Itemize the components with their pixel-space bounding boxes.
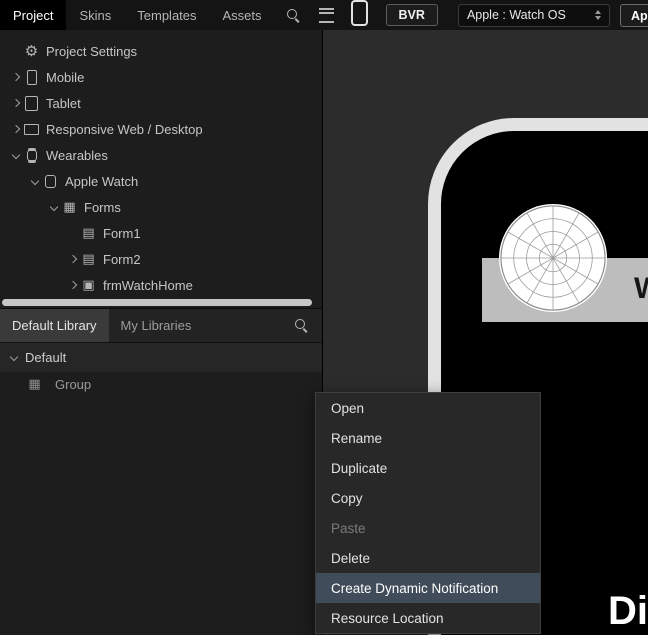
project-tree: Project Settings Mobile Tablet Responsive W…	[0, 30, 322, 297]
chevron-down-icon[interactable]	[27, 168, 42, 194]
tree-item-main: Responsive Web / Desktop	[23, 116, 322, 142]
menu-item-resource-location[interactable]: Resource Location	[316, 603, 540, 633]
group-icon	[26, 377, 43, 393]
tab-templates[interactable]: Templates	[124, 0, 209, 30]
chevron-right-icon[interactable]	[65, 272, 80, 297]
tree-item-label: Tablet	[46, 96, 81, 111]
tree-horizontal-scrollbar[interactable]	[0, 297, 322, 308]
library-item-label: Group	[55, 377, 91, 392]
watch-dismiss-text[interactable]: Di	[608, 589, 648, 634]
tree-item-label: frmWatchHome	[103, 278, 193, 293]
chevron-spacer	[65, 220, 80, 246]
tree-item-main: Mobile	[23, 64, 322, 90]
chevron-down-icon[interactable]	[46, 194, 61, 220]
chevron-right-icon[interactable]	[8, 64, 23, 90]
chevron-down-icon[interactable]	[8, 142, 23, 168]
monitor-icon	[23, 121, 40, 137]
tab-default-library[interactable]: Default Library	[0, 309, 109, 342]
chevron-right-icon[interactable]	[8, 116, 23, 142]
watch-icon	[23, 147, 40, 163]
tab-project[interactable]: Project	[0, 0, 66, 30]
tab-assets[interactable]: Assets	[210, 0, 275, 30]
library-search-icon[interactable]	[295, 319, 308, 332]
phone-icon	[23, 69, 40, 85]
tree-item-main: Wearables	[23, 142, 322, 168]
chevron-down-icon[interactable]	[9, 343, 19, 372]
form-icon	[80, 225, 97, 241]
tree-item-main: Apple Watch	[42, 168, 322, 194]
form-home-icon	[80, 277, 97, 293]
tree-item-label: Form2	[103, 252, 141, 267]
library-tabs: Default Library My Libraries	[0, 308, 322, 342]
dropdown-arrows-icon	[595, 10, 601, 20]
scrollbar-thumb[interactable]	[2, 299, 312, 306]
menu-item-create-dynamic-notification[interactable]: Create Dynamic Notification	[316, 573, 540, 603]
library-section-default[interactable]: Default	[0, 342, 322, 372]
tree-item-main: Forms	[61, 194, 322, 220]
search-icon[interactable]	[287, 9, 300, 22]
platform-selector-value: Apple : Watch OS	[467, 8, 566, 22]
tree-item-form1[interactable]: Form1	[0, 220, 322, 246]
tree-item-mobile[interactable]: Mobile	[0, 64, 322, 90]
library-section-label: Default	[25, 350, 66, 365]
tree-item-wearables[interactable]: Wearables	[0, 142, 322, 168]
bvr-button[interactable]: BVR	[386, 4, 438, 26]
library-item-group[interactable]: Group	[0, 372, 322, 635]
tree-item-label: Responsive Web / Desktop	[46, 122, 203, 137]
chevron-right-icon[interactable]	[65, 246, 80, 272]
app-button-partial[interactable]: App	[620, 4, 648, 27]
menu-item-paste[interactable]: Paste	[316, 513, 540, 543]
watch-face-graphic[interactable]	[498, 203, 608, 313]
tree-item-main: Form1	[80, 220, 322, 246]
menu-item-open[interactable]: Open	[316, 393, 540, 423]
tree-item-main: Form2	[80, 246, 322, 272]
tree-item-tablet[interactable]: Tablet	[0, 90, 322, 116]
tree-item-label: Apple Watch	[65, 174, 138, 189]
sidebar: Project Settings Mobile Tablet Responsive W…	[0, 30, 323, 635]
topbar: Project Skins Templates Assets BVR Apple…	[0, 0, 648, 30]
tab-my-libraries[interactable]: My Libraries	[109, 309, 204, 342]
chevron-right-icon[interactable]	[8, 90, 23, 116]
topbar-icons	[287, 0, 334, 30]
menu-item-rename[interactable]: Rename	[316, 423, 540, 453]
tree-item-apple-watch[interactable]: Apple Watch	[0, 168, 322, 194]
tree-item-main: Project Settings	[23, 38, 322, 64]
tree-item-frmwatchhome[interactable]: frmWatchHome	[0, 272, 322, 297]
chevron-spacer	[8, 38, 23, 64]
polar-grid-image	[498, 203, 608, 313]
tree-item-label: Form1	[103, 226, 141, 241]
tree-item-form2[interactable]: Form2	[0, 246, 322, 272]
gear-icon	[23, 43, 40, 59]
tree-item-label: Forms	[84, 200, 121, 215]
menu-item-delete[interactable]: Delete	[316, 543, 540, 573]
menu-item-duplicate[interactable]: Duplicate	[316, 453, 540, 483]
tree-item-forms[interactable]: Forms	[0, 194, 322, 220]
app-window: Project Skins Templates Assets BVR Apple…	[0, 0, 648, 635]
tree-item-main: Tablet	[23, 90, 322, 116]
context-menu: OpenRenameDuplicateCopyPasteDeleteCreate…	[315, 392, 541, 634]
tree-item-main: frmWatchHome	[80, 272, 322, 297]
device-preview-icon[interactable]	[351, 0, 368, 26]
tab-skins[interactable]: Skins	[66, 0, 124, 30]
form-icon	[80, 251, 97, 267]
watch-titlebar-text: W	[634, 272, 648, 306]
apple-watch-icon	[42, 173, 59, 189]
tablet-icon	[23, 95, 40, 111]
menu-item-copy[interactable]: Copy	[316, 483, 540, 513]
forms-icon	[61, 199, 78, 215]
tree-item-label: Project Settings	[46, 44, 137, 59]
hamburger-menu-icon[interactable]	[319, 8, 334, 23]
tree-item-label: Wearables	[46, 148, 108, 163]
tree-item-label: Mobile	[46, 70, 84, 85]
tree-item-project-settings[interactable]: Project Settings	[0, 38, 322, 64]
tree-item-responsive-web-desktop[interactable]: Responsive Web / Desktop	[0, 116, 322, 142]
platform-selector[interactable]: Apple : Watch OS	[458, 4, 610, 27]
